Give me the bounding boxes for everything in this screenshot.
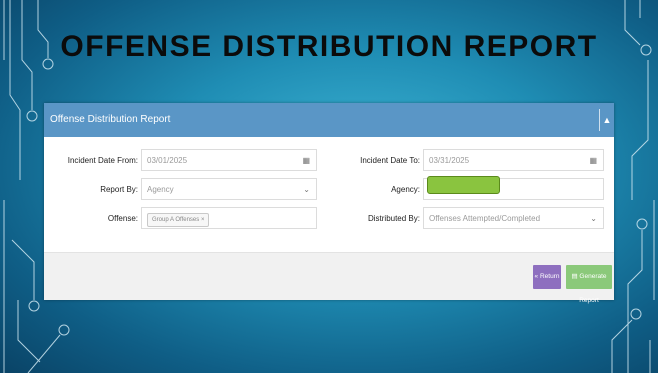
distributed-by-label: Distributed By: <box>367 214 420 223</box>
chevron-down-icon: ⌄ <box>303 185 310 194</box>
distributed-by-value: Offenses Attempted/Completed <box>429 214 541 223</box>
offense-tag-label: Group A Offenses <box>152 217 200 223</box>
slide-title: OFFENSE DISTRIBUTION REPORT <box>60 30 598 63</box>
incident-date-from-label: Incident Date From: <box>67 156 138 165</box>
incident-date-from-value: 03/01/2025 <box>147 156 188 165</box>
report-by-label: Report By: <box>100 185 138 194</box>
panel-footer: « Return ▤ Generate Report <box>44 253 614 304</box>
generate-report-button[interactable]: ▤ Generate Report <box>566 265 612 304</box>
report-form: Incident Date From: 03/01/2025 ▦ Inciden… <box>44 137 614 253</box>
return-icon: « <box>534 273 539 280</box>
report-by-select[interactable]: Agency ⌄ <box>141 178 317 200</box>
offense-multiselect[interactable]: Group A Offenses × <box>141 207 317 229</box>
offense-label: Offense: <box>107 214 138 223</box>
incident-date-to-input[interactable]: 03/31/2025 ▦ <box>423 149 604 171</box>
offense-tag[interactable]: Group A Offenses × <box>147 213 210 227</box>
report-by-value: Agency <box>147 185 174 194</box>
collapse-button[interactable]: ▲ <box>599 109 614 131</box>
tag-remove-icon[interactable]: × <box>201 217 205 223</box>
incident-date-to-label: Incident Date To: <box>360 156 420 165</box>
return-label: Return <box>539 273 560 280</box>
report-screenshot: Offense Distribution Report ▲ Incident D… <box>44 103 614 304</box>
document-icon: ▤ <box>571 273 578 280</box>
panel-title: Offense Distribution Report <box>50 114 171 125</box>
distributed-by-select[interactable]: Offenses Attempted/Completed ⌄ <box>423 207 604 229</box>
incident-date-to-value: 03/31/2025 <box>429 156 470 165</box>
return-button[interactable]: « Return <box>533 265 561 289</box>
chevron-up-icon: ▲ <box>602 115 612 125</box>
calendar-icon[interactable]: ▦ <box>302 150 310 172</box>
panel-header: Offense Distribution Report ▲ <box>44 103 614 137</box>
agency-label: Agency: <box>391 185 420 194</box>
chevron-down-icon: ⌄ <box>590 214 597 223</box>
calendar-icon[interactable]: ▦ <box>589 150 597 172</box>
generate-report-label: Generate Report <box>579 273 607 304</box>
agency-highlight <box>427 176 500 194</box>
incident-date-from-input[interactable]: 03/01/2025 ▦ <box>141 149 317 171</box>
